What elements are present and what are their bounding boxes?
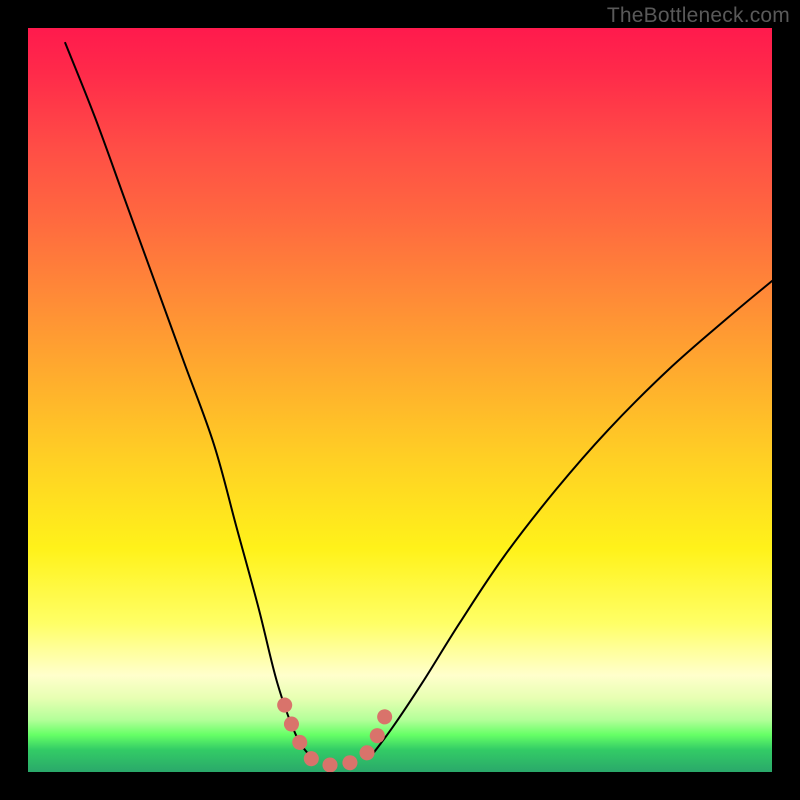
- chart-frame: TheBottleneck.com: [0, 0, 800, 800]
- right-curve-path: [370, 281, 772, 757]
- plot-area: [28, 28, 772, 772]
- valley-highlight-path: [285, 705, 389, 765]
- left-curve-path: [65, 43, 311, 757]
- curve-layer: [28, 28, 772, 772]
- watermark-text: TheBottleneck.com: [607, 4, 790, 28]
